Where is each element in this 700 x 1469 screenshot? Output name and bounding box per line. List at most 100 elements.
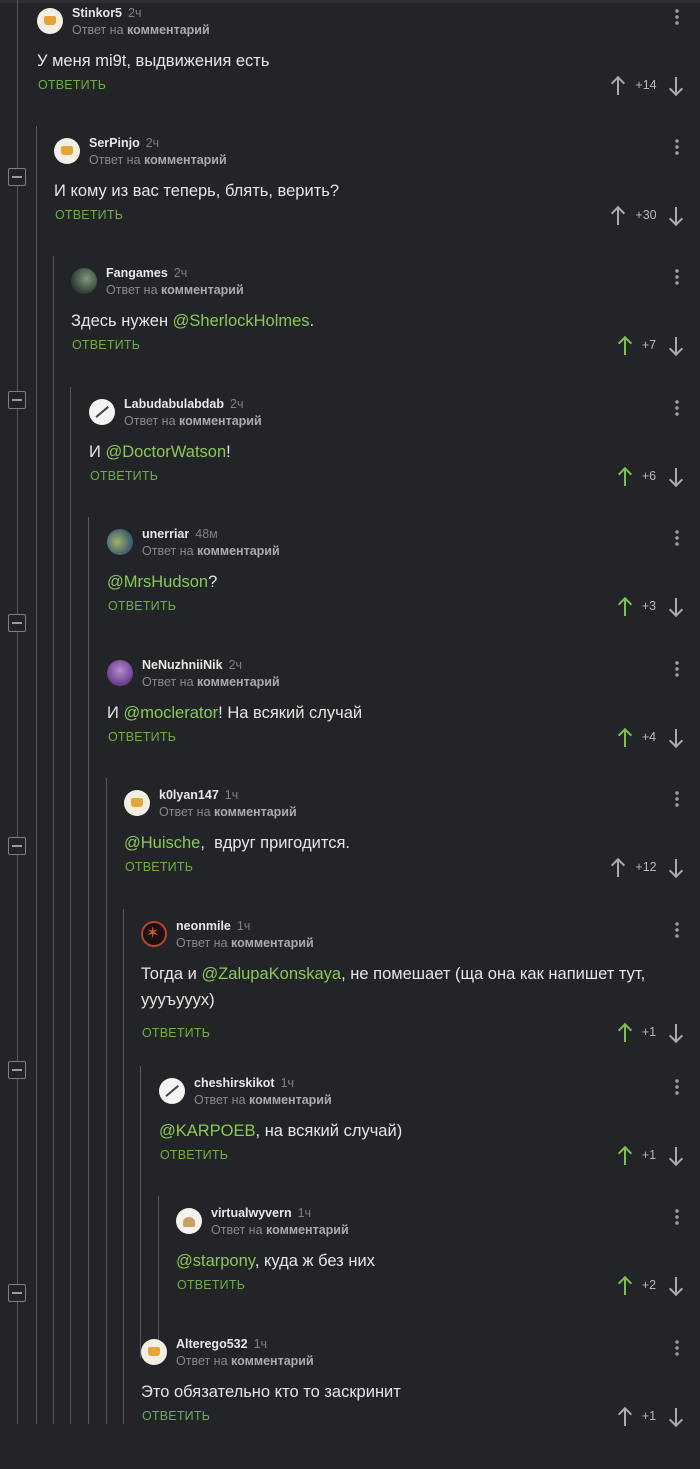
reply-button[interactable]: ОТВЕТИТЬ xyxy=(38,78,106,92)
user-mention-link[interactable]: @Huische xyxy=(124,834,200,852)
comment-time[interactable]: 2ч xyxy=(146,136,159,150)
reply-button[interactable]: ОТВЕТИТЬ xyxy=(177,1278,245,1292)
collapse-thread-button[interactable] xyxy=(8,1284,26,1302)
downvote-arrow-icon[interactable] xyxy=(668,595,684,619)
user-mention-link[interactable]: @KARPOEB xyxy=(159,1122,256,1140)
comment-time[interactable]: 1ч xyxy=(281,1076,294,1090)
reply-target-link[interactable]: комментарий xyxy=(197,544,280,558)
author-name[interactable]: Labudabulabdab xyxy=(124,397,224,411)
comment-time[interactable]: 1ч xyxy=(225,788,238,802)
more-options-icon[interactable] xyxy=(675,1078,679,1096)
reply-button[interactable]: ОТВЕТИТЬ xyxy=(108,599,176,613)
more-options-icon[interactable] xyxy=(675,268,679,286)
upvote-arrow-icon[interactable] xyxy=(610,856,626,880)
reply-button[interactable]: ОТВЕТИТЬ xyxy=(142,1409,210,1423)
reply-target-link[interactable]: комментарий xyxy=(231,1354,314,1368)
author-name[interactable]: Stinkor5 xyxy=(72,6,122,20)
downvote-arrow-icon[interactable] xyxy=(668,74,684,98)
user-avatar-icon[interactable] xyxy=(89,399,115,425)
author-name[interactable]: k0lyan147 xyxy=(159,788,219,802)
author-name[interactable]: unerriar xyxy=(142,527,189,541)
downvote-arrow-icon[interactable] xyxy=(668,726,684,750)
author-name[interactable]: SerPinjo xyxy=(89,136,140,150)
reply-button[interactable]: ОТВЕТИТЬ xyxy=(125,860,193,874)
reply-target-link[interactable]: комментарий xyxy=(249,1093,332,1107)
reply-button[interactable]: ОТВЕТИТЬ xyxy=(55,208,123,222)
upvote-arrow-icon[interactable] xyxy=(617,1144,633,1168)
author-name[interactable]: Alterego532 xyxy=(176,1337,248,1351)
reply-button[interactable]: ОТВЕТИТЬ xyxy=(108,730,176,744)
user-avatar-icon[interactable] xyxy=(107,529,133,555)
reply-target-link[interactable]: комментарий xyxy=(179,414,262,428)
default-avatar-icon[interactable] xyxy=(37,8,63,34)
collapse-thread-button[interactable] xyxy=(8,391,26,409)
user-avatar-icon[interactable] xyxy=(71,268,97,294)
reply-button[interactable]: ОТВЕТИТЬ xyxy=(160,1148,228,1162)
comment-time[interactable]: 2ч xyxy=(128,6,141,20)
user-avatar-icon[interactable] xyxy=(176,1208,202,1234)
comment-time[interactable]: 2ч xyxy=(174,266,187,280)
user-mention-link[interactable]: @MrsHudson xyxy=(107,573,208,591)
more-options-icon[interactable] xyxy=(675,399,679,417)
user-avatar-icon[interactable] xyxy=(141,921,167,947)
user-mention-link[interactable]: @moclerator xyxy=(123,704,218,722)
more-options-icon[interactable] xyxy=(675,921,679,939)
user-avatar-icon[interactable] xyxy=(159,1078,185,1104)
upvote-arrow-icon[interactable] xyxy=(617,465,633,489)
user-mention-link[interactable]: @DoctorWatson xyxy=(105,443,226,461)
comment-time[interactable]: 1ч xyxy=(254,1337,267,1351)
more-options-icon[interactable] xyxy=(675,8,679,26)
reply-button[interactable]: ОТВЕТИТЬ xyxy=(90,469,158,483)
upvote-arrow-icon[interactable] xyxy=(610,74,626,98)
more-options-icon[interactable] xyxy=(675,1208,679,1226)
collapse-thread-button[interactable] xyxy=(8,1061,26,1079)
reply-target-link[interactable]: комментарий xyxy=(197,675,280,689)
reply-target-link[interactable]: комментарий xyxy=(214,805,297,819)
default-avatar-icon[interactable] xyxy=(54,138,80,164)
upvote-arrow-icon[interactable] xyxy=(617,595,633,619)
collapse-thread-button[interactable] xyxy=(8,168,26,186)
user-mention-link[interactable]: @starpony xyxy=(176,1252,255,1270)
upvote-arrow-icon[interactable] xyxy=(617,1274,633,1298)
comment-time[interactable]: 2ч xyxy=(230,397,243,411)
downvote-arrow-icon[interactable] xyxy=(668,1274,684,1298)
downvote-arrow-icon[interactable] xyxy=(668,465,684,489)
author-name[interactable]: NeNuzhniiNik xyxy=(142,658,223,672)
downvote-arrow-icon[interactable] xyxy=(668,856,684,880)
downvote-arrow-icon[interactable] xyxy=(668,204,684,228)
more-options-icon[interactable] xyxy=(675,138,679,156)
collapse-thread-button[interactable] xyxy=(8,614,26,632)
upvote-arrow-icon[interactable] xyxy=(610,204,626,228)
upvote-arrow-icon[interactable] xyxy=(617,1021,633,1045)
comment-time[interactable]: 1ч xyxy=(298,1206,311,1220)
reply-target-link[interactable]: комментарий xyxy=(231,936,314,950)
upvote-arrow-icon[interactable] xyxy=(617,1405,633,1429)
upvote-arrow-icon[interactable] xyxy=(617,726,633,750)
author-name[interactable]: virtualwyvern xyxy=(211,1206,292,1220)
user-mention-link[interactable]: @SherlockHolmes xyxy=(173,312,310,330)
downvote-arrow-icon[interactable] xyxy=(668,1405,684,1429)
reply-button[interactable]: ОТВЕТИТЬ xyxy=(142,1026,210,1040)
more-options-icon[interactable] xyxy=(675,529,679,547)
downvote-arrow-icon[interactable] xyxy=(668,1144,684,1168)
default-avatar-icon[interactable] xyxy=(141,1339,167,1365)
reply-target-link[interactable]: комментарий xyxy=(266,1223,349,1237)
user-avatar-icon[interactable] xyxy=(107,660,133,686)
default-avatar-icon[interactable] xyxy=(124,790,150,816)
reply-button[interactable]: ОТВЕТИТЬ xyxy=(72,338,140,352)
author-name[interactable]: neonmile xyxy=(176,919,231,933)
reply-target-link[interactable]: комментарий xyxy=(127,23,210,37)
upvote-arrow-icon[interactable] xyxy=(617,334,633,358)
reply-target-link[interactable]: комментарий xyxy=(144,153,227,167)
downvote-arrow-icon[interactable] xyxy=(668,1021,684,1045)
user-mention-link[interactable]: @ZalupaKonskaya xyxy=(201,965,341,983)
downvote-arrow-icon[interactable] xyxy=(668,334,684,358)
author-name[interactable]: cheshirskikot xyxy=(194,1076,275,1090)
comment-time[interactable]: 2ч xyxy=(229,658,242,672)
comment-time[interactable]: 48м xyxy=(195,527,218,541)
more-options-icon[interactable] xyxy=(675,790,679,808)
collapse-thread-button[interactable] xyxy=(8,837,26,855)
more-options-icon[interactable] xyxy=(675,660,679,678)
comment-time[interactable]: 1ч xyxy=(237,919,250,933)
author-name[interactable]: Fangames xyxy=(106,266,168,280)
